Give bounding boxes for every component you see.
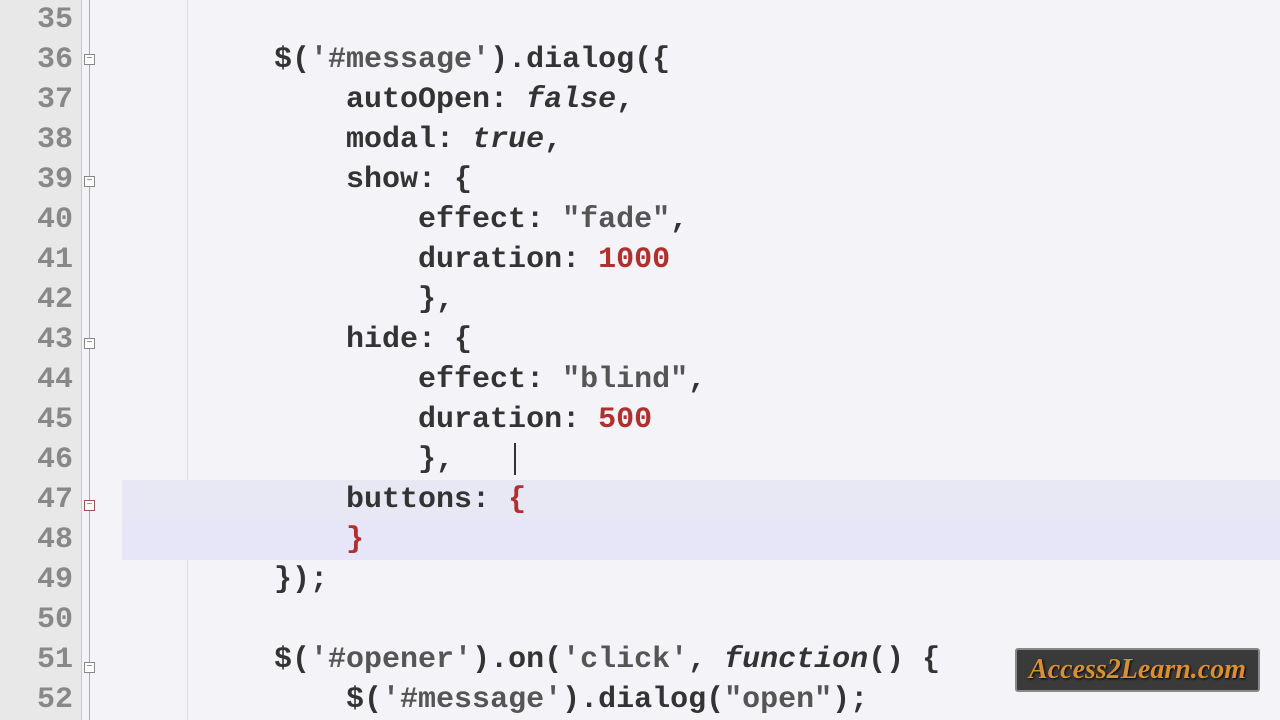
line-number: 40 bbox=[0, 200, 81, 240]
code-string: "blind" bbox=[562, 363, 688, 397]
code-text: $( bbox=[130, 43, 310, 77]
code-text: show: { bbox=[130, 163, 472, 197]
code-string: "open" bbox=[724, 683, 832, 717]
watermark-badge: Access2Learn.com bbox=[1015, 648, 1260, 692]
code-line[interactable]: modal: true, bbox=[122, 120, 1280, 160]
code-text: , bbox=[670, 203, 688, 237]
code-text: duration: bbox=[130, 243, 598, 277]
code-line[interactable]: effect: "blind", bbox=[122, 360, 1280, 400]
code-text: modal: bbox=[130, 123, 472, 157]
code-text: hide: { bbox=[130, 323, 472, 357]
code-brace: } bbox=[346, 523, 364, 557]
code-text: , bbox=[544, 123, 562, 157]
line-number: 50 bbox=[0, 600, 81, 640]
fold-toggle-icon[interactable]: − bbox=[84, 500, 95, 511]
fold-toggle-icon[interactable]: − bbox=[84, 662, 95, 673]
code-brace: { bbox=[508, 483, 526, 517]
code-string: 'click' bbox=[562, 643, 688, 677]
code-number: 1000 bbox=[598, 243, 670, 277]
code-text: ); bbox=[832, 683, 868, 717]
code-text: ).on( bbox=[472, 643, 562, 677]
code-line-active[interactable]: } bbox=[122, 520, 1280, 560]
code-text: $( bbox=[130, 643, 310, 677]
line-number-gutter: 35 36 37 38 39 40 41 42 43 44 45 46 47 4… bbox=[0, 0, 82, 720]
code-text: autoOpen: bbox=[130, 83, 526, 117]
code-line[interactable]: }); bbox=[122, 560, 1280, 600]
line-number: 45 bbox=[0, 400, 81, 440]
line-number: 36 bbox=[0, 40, 81, 80]
code-text: }); bbox=[130, 563, 328, 597]
code-line[interactable]: }, bbox=[122, 280, 1280, 320]
code-text: ).dialog({ bbox=[490, 43, 670, 77]
code-line[interactable]: show: { bbox=[122, 160, 1280, 200]
text-cursor bbox=[514, 443, 516, 475]
code-line[interactable]: }, bbox=[122, 440, 1280, 480]
line-number: 35 bbox=[0, 0, 81, 40]
code-string: '#opener' bbox=[310, 643, 472, 677]
line-number: 48 bbox=[0, 520, 81, 560]
code-keyword: false bbox=[526, 83, 616, 117]
code-text: }, bbox=[130, 283, 454, 317]
code-string: '#message' bbox=[310, 43, 490, 77]
code-text: }, bbox=[130, 443, 454, 477]
line-number: 47 bbox=[0, 480, 81, 520]
code-text: ).dialog( bbox=[562, 683, 724, 717]
line-number: 37 bbox=[0, 80, 81, 120]
fold-toggle-icon[interactable]: − bbox=[84, 176, 95, 187]
code-keyword: true bbox=[472, 123, 544, 157]
code-line[interactable]: buttons: { bbox=[122, 480, 1280, 520]
code-text: duration: bbox=[130, 403, 598, 437]
line-number: 43 bbox=[0, 320, 81, 360]
code-text: buttons: bbox=[130, 483, 508, 517]
fold-toggle-icon[interactable]: − bbox=[84, 54, 95, 65]
line-number: 41 bbox=[0, 240, 81, 280]
code-string: '#message' bbox=[382, 683, 562, 717]
code-text: , bbox=[616, 83, 634, 117]
fold-column: − − − − − bbox=[82, 0, 122, 720]
line-number: 38 bbox=[0, 120, 81, 160]
code-content[interactable]: $('#message').dialog({ autoOpen: false, … bbox=[122, 0, 1280, 720]
code-line[interactable] bbox=[122, 600, 1280, 640]
line-number: 42 bbox=[0, 280, 81, 320]
code-line[interactable]: effect: "fade", bbox=[122, 200, 1280, 240]
code-line[interactable] bbox=[122, 0, 1280, 40]
line-number: 44 bbox=[0, 360, 81, 400]
code-string: "fade" bbox=[562, 203, 670, 237]
code-text: , bbox=[688, 643, 724, 677]
fold-guide-line bbox=[89, 0, 90, 720]
code-line[interactable]: $('#message').dialog({ bbox=[122, 40, 1280, 80]
code-text: effect: bbox=[130, 203, 562, 237]
code-number: 500 bbox=[598, 403, 652, 437]
line-number: 51 bbox=[0, 640, 81, 680]
fold-toggle-icon[interactable]: − bbox=[84, 338, 95, 349]
code-line[interactable]: autoOpen: false, bbox=[122, 80, 1280, 120]
line-number: 46 bbox=[0, 440, 81, 480]
line-number: 52 bbox=[0, 680, 81, 720]
code-line[interactable]: duration: 1000 bbox=[122, 240, 1280, 280]
code-text: () { bbox=[868, 643, 940, 677]
code-editor[interactable]: 35 36 37 38 39 40 41 42 43 44 45 46 47 4… bbox=[0, 0, 1280, 720]
line-number: 49 bbox=[0, 560, 81, 600]
code-text: $( bbox=[130, 683, 382, 717]
line-number: 39 bbox=[0, 160, 81, 200]
code-text: effect: bbox=[130, 363, 562, 397]
code-line[interactable]: hide: { bbox=[122, 320, 1280, 360]
code-line[interactable]: duration: 500 bbox=[122, 400, 1280, 440]
code-text: , bbox=[688, 363, 706, 397]
code-text bbox=[130, 523, 346, 557]
code-keyword: function bbox=[724, 643, 868, 677]
